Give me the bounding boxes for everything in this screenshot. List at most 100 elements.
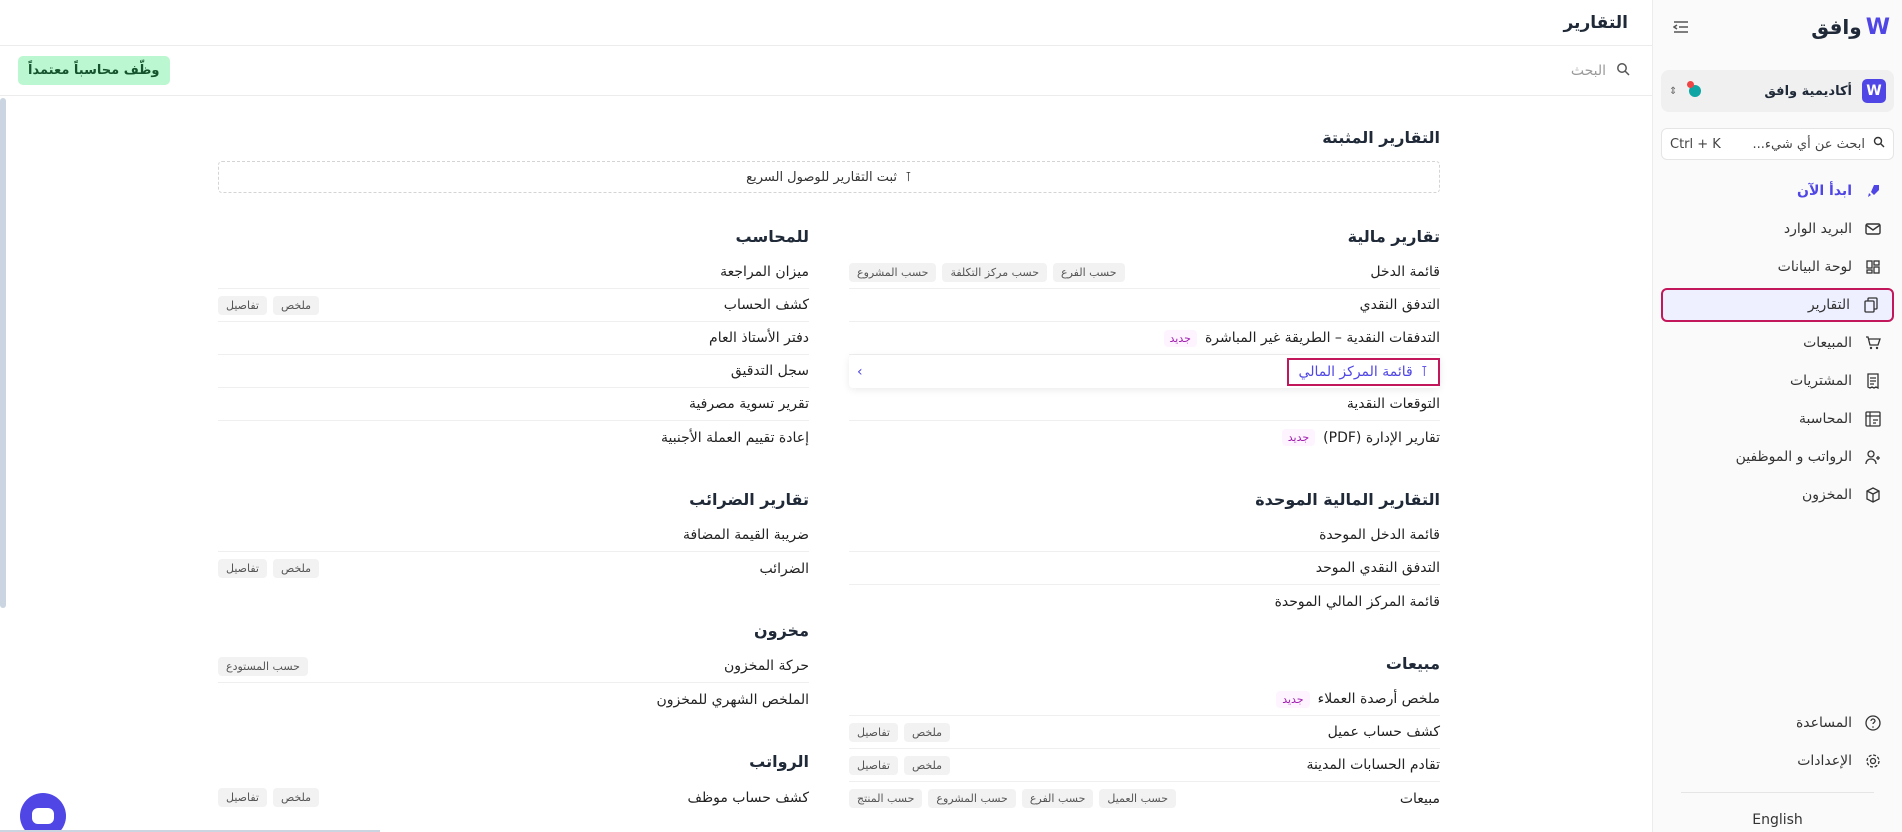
org-name: أكاديمية وافق (1764, 83, 1852, 99)
reports-content: التقارير المثبتة ⊺ ثبت التقارير للوصول ا… (218, 98, 1440, 832)
sidebar-item-label: المساعدة (1795, 715, 1852, 731)
search-icon (1873, 136, 1885, 152)
report-row[interactable]: الملخص الشهري للمخزون (218, 683, 809, 716)
search-placeholder: ابحث عن أي شيء... (1752, 136, 1865, 152)
report-row[interactable]: تقرير تسوية مصرفية (218, 388, 809, 421)
language-switch[interactable]: English (1653, 812, 1902, 828)
report-label: سجل التدقيق (730, 363, 809, 379)
variant-badge[interactable]: تفاصيل (218, 559, 267, 578)
variant-badge[interactable]: ملخص (272, 559, 320, 578)
variant-badge[interactable]: حسب الفرع (1021, 789, 1094, 808)
report-label-group: ملخص أرصدة العملاء جديد (1276, 690, 1440, 708)
variant-badge[interactable]: ملخص (272, 295, 320, 315)
receipt-icon (1864, 372, 1882, 390)
reports-search-input[interactable]: البحث (1571, 62, 1630, 80)
brand-logo[interactable]: W وافق (1811, 15, 1890, 40)
report-row[interactable]: الضرائب ملخص تفاصيل (218, 552, 809, 585)
report-row[interactable]: ضريبة القيمة المضافة (218, 519, 809, 552)
report-row[interactable]: كشف الحساب ملخص تفاصيل (218, 289, 809, 322)
report-label: قائمة المركز المالي الموحدة (1274, 593, 1440, 610)
sidebar-item-label: المشتريات (1789, 373, 1852, 389)
new-badge: جديد (1163, 329, 1197, 347)
group-taxes: تقارير الضرائب ضريبة القيمة المضافة الضر… (218, 490, 809, 585)
variant-badge[interactable]: تفاصيل (849, 722, 898, 742)
report-label: مبيعات (1399, 790, 1440, 807)
main-area: التقارير البحث وظّف محاسباً معتمداً التق… (0, 0, 1652, 832)
sidebar-item-inbox[interactable]: البريد الوارد (1661, 212, 1894, 246)
report-row[interactable]: كشف حساب موظف ملخص تفاصيل (218, 781, 809, 814)
help-icon (1864, 714, 1882, 732)
report-row[interactable]: كشف حساب عميل ملخص تفاصيل (849, 716, 1440, 749)
sidebar-item-dashboard[interactable]: لوحة البيانات (1661, 250, 1894, 284)
collapse-sidebar-icon[interactable] (1669, 15, 1693, 39)
user-avatar (1687, 81, 1707, 101)
variant-badge[interactable]: تفاصيل (218, 295, 267, 315)
group-financial: تقارير مالية قائمة الدخل حسب الفرع حسب م… (849, 227, 1440, 454)
variant-badge[interactable]: حسب المنتج (849, 789, 923, 808)
sidebar-item-label: المخزون (1801, 487, 1852, 503)
report-row[interactable]: مبيعات حسب العميل حسب الفرع حسب المشروع … (849, 782, 1440, 815)
topbar: التقارير (0, 0, 1652, 46)
report-label: حركة المخزون (723, 658, 809, 674)
report-row-cash-flow[interactable]: التدفق النقدي (849, 289, 1440, 322)
sidebar-item-payroll[interactable]: الرواتب و الموظفين (1661, 440, 1894, 474)
report-row[interactable]: تقادم الحسابات المدينة ملخص تفاصيل (849, 749, 1440, 782)
report-row[interactable]: ملخص أرصدة العملاء جديد (849, 683, 1440, 716)
chevron-updown-icon: ⇕ (1669, 85, 1678, 97)
report-row[interactable]: سجل التدقيق (218, 355, 809, 388)
report-label: قائمة المركز المالي (1298, 363, 1413, 380)
report-row[interactable]: حركة المخزون حسب المستودع (218, 650, 809, 683)
group-title: تقارير الضرائب (689, 490, 809, 509)
report-row[interactable]: قائمة الدخل الموحدة (849, 519, 1440, 552)
sidebar-item-reports[interactable]: التقارير (1661, 288, 1894, 322)
report-label-highlighted[interactable]: ⊺ قائمة المركز المالي (1286, 357, 1440, 386)
report-row[interactable]: إعادة تقييم العملة الأجنبية (218, 421, 809, 454)
variant-badge[interactable]: تفاصيل (849, 755, 898, 775)
variant-badge[interactable]: حسب المستودع (218, 656, 308, 676)
variant-badge[interactable]: ملخص (903, 722, 951, 742)
scrollbar[interactable] (0, 98, 6, 608)
report-row[interactable]: دفتر الأستاذ العام (218, 322, 809, 355)
group-title: مبيعات (1385, 654, 1440, 673)
pin-icon[interactable]: ⊺ (1421, 364, 1428, 380)
report-row[interactable]: التدفق النقدي الموحد (849, 552, 1440, 585)
report-row[interactable]: قائمة المركز المالي الموحدة (849, 585, 1440, 618)
global-search-input[interactable]: ابحث عن أي شيء... Ctrl + K (1661, 128, 1894, 160)
new-badge: جديد (1276, 690, 1310, 708)
variant-badge[interactable]: تفاصيل (218, 788, 267, 807)
group-title: للمحاسب (735, 227, 809, 246)
pinned-hint: ثبت التقارير للوصول السريع (746, 169, 898, 185)
variant-badge[interactable]: حسب الفرع (1053, 262, 1125, 282)
sidebar-item-settings[interactable]: الإعدادات (1661, 744, 1894, 778)
variant-badge[interactable]: حسب العميل (1099, 789, 1177, 808)
group-title: مخزون (754, 621, 809, 640)
variant-badge[interactable]: ملخص (903, 755, 951, 775)
sidebar-item-inventory[interactable]: المخزون (1661, 478, 1894, 512)
sidebar-item-purchases[interactable]: المشتريات (1661, 364, 1894, 398)
report-row-balance-sheet[interactable]: ⊺ قائمة المركز المالي › (849, 355, 1440, 388)
hire-accountant-button[interactable]: وظّف محاسباً معتمداً (18, 56, 170, 85)
search-icon (1616, 62, 1630, 80)
report-label: تقرير تسوية مصرفية (688, 396, 809, 412)
sidebar-item-label: ابدأ الآن (1797, 183, 1852, 199)
variant-badge[interactable]: حسب مركز التكلفة (942, 262, 1048, 282)
sidebar-item-sales[interactable]: المبيعات (1661, 326, 1894, 360)
search-shortcut: Ctrl + K (1670, 136, 1721, 152)
sidebar-item-label: التقارير (1807, 297, 1850, 313)
variant-badge[interactable]: ملخص (272, 788, 320, 807)
report-label: تقارير الإدارة (PDF) (1323, 429, 1440, 446)
sidebar-item-accounting[interactable]: المحاسبة (1661, 402, 1894, 436)
report-row-cash-flow-indirect[interactable]: التدفقات النقدية – الطريقة غير المباشرة ج… (849, 322, 1440, 355)
variant-badge[interactable]: حسب المشروع (849, 262, 937, 282)
variant-badge[interactable]: حسب المشروع (928, 789, 1016, 808)
report-row-cash-forecast[interactable]: التوقعات النقدية (849, 388, 1440, 421)
sidebar-item-getting-started[interactable]: ابدأ الآن (1661, 174, 1894, 208)
box-icon (1864, 486, 1882, 504)
org-switcher[interactable]: W أكاديمية وافق ⇕ (1661, 70, 1894, 112)
chat-button[interactable] (20, 793, 66, 832)
report-row-income-statement[interactable]: قائمة الدخل حسب الفرع حسب مركز التكلفة ح… (849, 256, 1440, 289)
report-row[interactable]: ميزان المراجعة (218, 256, 809, 289)
sidebar-item-help[interactable]: المساعدة (1661, 706, 1894, 740)
report-label: كشف حساب عميل (1327, 724, 1440, 740)
report-row-management-pdf[interactable]: تقارير الإدارة (PDF) جديد (849, 421, 1440, 454)
